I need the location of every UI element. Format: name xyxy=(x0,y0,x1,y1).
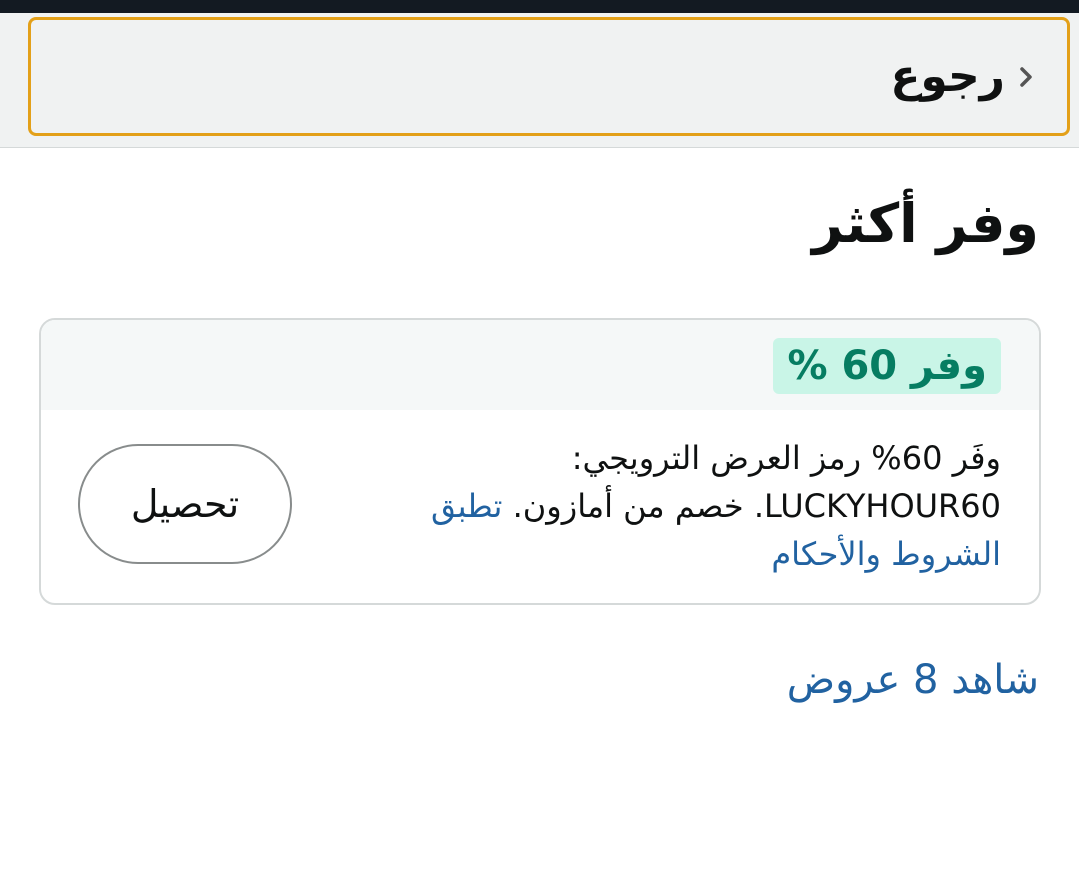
offer-description-text: وفَر 60% رمز العرض الترويجي: LUCKYHOUR60… xyxy=(512,439,1001,525)
offer-card: وفر 60 % وفَر 60% رمز العرض الترويجي: LU… xyxy=(39,318,1041,605)
back-button[interactable]: رجوع xyxy=(28,17,1070,136)
discount-badge: وفر 60 % xyxy=(773,338,1001,394)
see-offers-link[interactable]: شاهد 8 عروض xyxy=(787,652,1039,708)
offer-card-body: وفَر 60% رمز العرض الترويجي: LUCKYHOUR60… xyxy=(41,410,1039,603)
claim-button[interactable]: تحصيل xyxy=(78,444,292,564)
page-title: وفر أكثر xyxy=(812,192,1039,255)
back-label: رجوع xyxy=(890,51,1005,102)
chevron-left-icon xyxy=(1015,66,1037,88)
offer-card-header: وفر 60 % xyxy=(41,320,1039,410)
status-strip xyxy=(0,0,1079,13)
offer-description: وفَر 60% رمز العرض الترويجي: LUCKYHOUR60… xyxy=(381,434,1001,578)
